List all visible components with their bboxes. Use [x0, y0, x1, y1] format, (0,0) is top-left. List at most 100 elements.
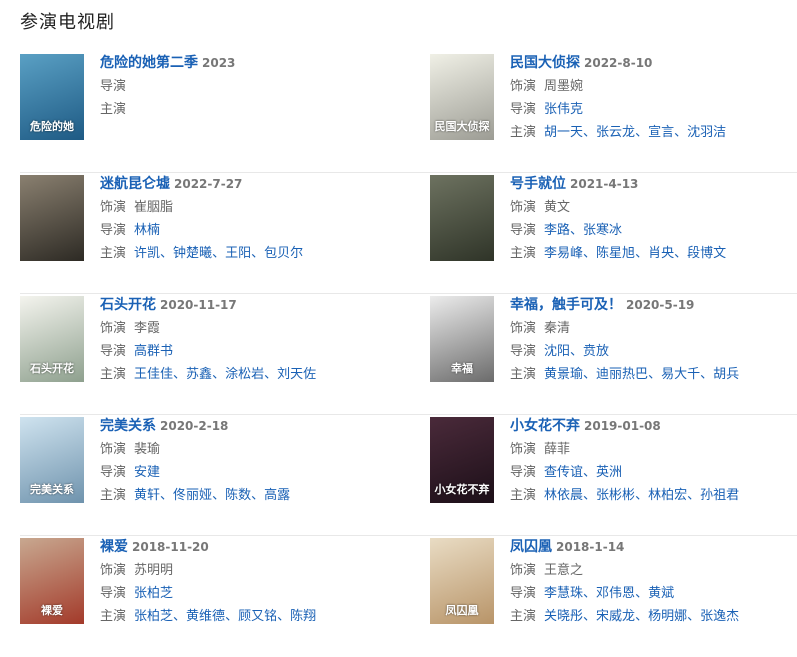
drama-poster[interactable]: 完美关系: [20, 417, 84, 503]
cast-line: 主演 许凯、钟楚曦、王阳、包贝尔: [100, 242, 303, 265]
drama-title-link[interactable]: 石头开花: [100, 297, 156, 313]
cast-link[interactable]: 孙祖君: [700, 488, 739, 503]
cast-link[interactable]: 迪丽热巴: [596, 367, 648, 382]
cast-link[interactable]: 林柏宏: [648, 488, 687, 503]
cast-link[interactable]: 李易峰: [544, 246, 583, 261]
director-link[interactable]: 英洲: [596, 465, 622, 480]
drama-date: 2021-4-13: [570, 177, 639, 191]
separator: 、: [264, 367, 278, 382]
director-link[interactable]: 李慧珠: [544, 586, 583, 601]
cast-link[interactable]: 杨明娜: [648, 609, 687, 624]
drama-poster[interactable]: 凤囚凰: [430, 538, 494, 624]
drama-poster[interactable]: [430, 175, 494, 261]
cast-link[interactable]: 胡兵: [713, 367, 739, 382]
cast-line: 主演 黄轩、佟丽娅、陈数、高露: [100, 484, 290, 507]
cast-link[interactable]: 佟丽娅: [173, 488, 212, 503]
drama-title-link[interactable]: 完美关系: [100, 418, 156, 434]
drama-poster[interactable]: 小女花不弃: [430, 417, 494, 503]
drama-title-link[interactable]: 凤囚凰: [510, 539, 552, 555]
cast-link[interactable]: 黄维德: [186, 609, 225, 624]
drama-title-link[interactable]: 民国大侦探: [510, 55, 580, 71]
cast-link[interactable]: 陈星旭: [596, 246, 635, 261]
director-label: 导演: [510, 223, 537, 238]
director-link[interactable]: 张伟克: [544, 102, 583, 117]
director-link[interactable]: 李路: [544, 223, 570, 238]
cast-link[interactable]: 刘天佐: [277, 367, 316, 382]
drama-poster[interactable]: 危险的她: [20, 54, 84, 140]
drama-info: 凤囚凰 2018-1-14 饰演 王意之 导演 李慧珠、邓伟恩、黄斌 主演 关晓彤、宋威龙、杨…: [510, 538, 739, 657]
drama-poster[interactable]: [20, 175, 84, 261]
role-label: 饰演: [510, 200, 537, 215]
director-link[interactable]: 张寒冰: [583, 223, 622, 238]
cast-link[interactable]: 苏鑫: [186, 367, 212, 382]
cast-link[interactable]: 黄景瑜: [544, 367, 583, 382]
director-link[interactable]: 沈阳: [544, 344, 570, 359]
cast-link[interactable]: 宋威龙: [596, 609, 635, 624]
cast-link[interactable]: 张云龙: [596, 125, 635, 140]
drama-poster[interactable]: 幸福: [430, 296, 494, 382]
drama-poster[interactable]: 石头开花: [20, 296, 84, 382]
drama-title-link[interactable]: 危险的她第二季: [100, 55, 198, 71]
drama-date: 2019-01-08: [584, 419, 661, 433]
cast-link[interactable]: 黄轩: [134, 488, 160, 503]
drama-date: 2020-2-18: [160, 419, 229, 433]
role-line: 饰演 秦清: [510, 317, 739, 340]
cast-label: 主演: [100, 102, 127, 117]
cast-link[interactable]: 钟楚曦: [173, 246, 212, 261]
cast-link[interactable]: 顾又铭: [238, 609, 277, 624]
role-line: 饰演 王意之: [510, 559, 739, 582]
separator: 、: [583, 125, 597, 140]
cast-link[interactable]: 涂松岩: [225, 367, 264, 382]
director-link[interactable]: 张柏芝: [134, 586, 173, 601]
separator: 、: [700, 367, 714, 382]
director-link[interactable]: 贲放: [583, 344, 609, 359]
cast-link[interactable]: 包贝尔: [264, 246, 303, 261]
cast-link[interactable]: 胡一天: [544, 125, 583, 140]
cast-label: 主演: [510, 367, 537, 382]
drama-poster[interactable]: 民国大侦探: [430, 54, 494, 140]
director-link[interactable]: 林楠: [134, 223, 160, 238]
cast-link[interactable]: 沈羽洁: [687, 125, 726, 140]
role-label: 饰演: [510, 321, 537, 336]
director-link[interactable]: 邓伟恩: [596, 586, 635, 601]
separator: 、: [160, 246, 174, 261]
drama-title-link[interactable]: 小女花不弃: [510, 418, 580, 434]
separator: 、: [160, 488, 174, 503]
director-label: 导演: [100, 223, 127, 238]
drama-info: 号手就位 2021-4-13 饰演 黄文 导演 李路、张寒冰 主演 李易峰、陈星旭、肖央、段博…: [510, 175, 726, 293]
separator: 、: [583, 609, 597, 624]
cast-link[interactable]: 宣言: [648, 125, 674, 140]
director-link[interactable]: 安建: [134, 465, 160, 480]
cast-link[interactable]: 王阳: [225, 246, 251, 261]
drama-title-link[interactable]: 裸爱: [100, 539, 128, 555]
cast-link[interactable]: 王佳佳: [134, 367, 173, 382]
drama-title-link[interactable]: 幸福，触手可及！: [510, 297, 622, 313]
poster-title-art: 凤囚凰: [445, 604, 479, 617]
cast-link[interactable]: 张彬彬: [596, 488, 635, 503]
cast-link[interactable]: 陈翔: [290, 609, 316, 624]
drama-info: 裸爱 2018-11-20 饰演 苏明明 导演 张柏芝 主演 张柏芝、黄维德、顾又铭、陈翔: [100, 538, 316, 657]
separator: 、: [570, 223, 584, 238]
separator: 、: [225, 609, 239, 624]
cast-link[interactable]: 张逸杰: [700, 609, 739, 624]
drama-date: 2018-1-14: [556, 540, 625, 554]
cast-link[interactable]: 关晓彤: [544, 609, 583, 624]
cast-link[interactable]: 高露: [264, 488, 290, 503]
director-link[interactable]: 查传谊: [544, 465, 583, 480]
cast-link[interactable]: 肖央: [648, 246, 674, 261]
cast-link[interactable]: 许凯: [134, 246, 160, 261]
role-line: 饰演 裴瑜: [100, 438, 290, 461]
cast-line: 主演 张柏芝、黄维德、顾又铭、陈翔: [100, 605, 316, 628]
director-link[interactable]: 黄斌: [648, 586, 674, 601]
cast-link[interactable]: 林依晨: [544, 488, 583, 503]
cast-link[interactable]: 张柏芝: [134, 609, 173, 624]
cast-link[interactable]: 段博文: [687, 246, 726, 261]
title-line: 危险的她第二季 2023: [100, 52, 235, 75]
drama-title-link[interactable]: 迷航昆仑墟: [100, 176, 170, 192]
director-link[interactable]: 高群书: [134, 344, 173, 359]
director-label: 导演: [100, 586, 127, 601]
cast-link[interactable]: 陈数: [225, 488, 251, 503]
cast-link[interactable]: 易大千: [661, 367, 700, 382]
drama-title-link[interactable]: 号手就位: [510, 176, 566, 192]
drama-poster[interactable]: 裸爱: [20, 538, 84, 624]
